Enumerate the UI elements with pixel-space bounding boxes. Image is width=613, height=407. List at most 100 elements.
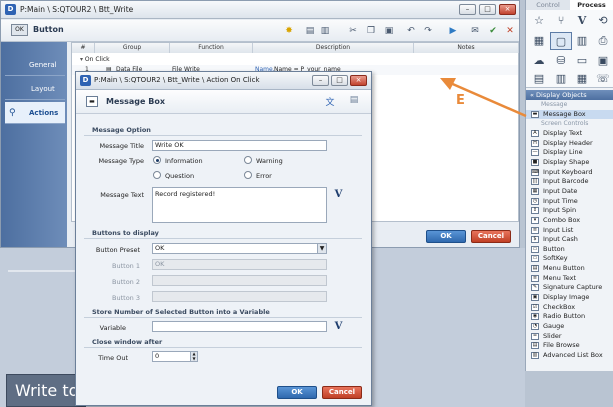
grid-header-function[interactable]: Function <box>170 43 253 53</box>
list-item-input-list[interactable]: ≡ Input List <box>526 226 613 235</box>
list-item-display-text[interactable]: A Display Text <box>526 129 613 138</box>
message-text-input[interactable]: Record registered! <box>152 187 327 223</box>
insert-icon[interactable]: ▤ <box>304 25 316 37</box>
message-text-label: Message Text <box>100 191 144 199</box>
list-item-radio-button[interactable]: ◉ Radio Button <box>526 312 613 321</box>
cloud-icon[interactable]: ☁ <box>528 52 550 70</box>
list-item-button[interactable]: ▭ Button <box>526 245 613 254</box>
grid-group-row[interactable]: ▾ On Click <box>80 55 110 65</box>
variable-picker-icon[interactable]: V <box>333 189 344 200</box>
calendar-icon[interactable]: ▦ <box>528 32 550 50</box>
variable-picker-icon[interactable]: V <box>333 321 344 332</box>
notes-icon[interactable]: ▤ <box>348 95 360 107</box>
list-item-display-header[interactable]: H Display Header <box>526 139 613 148</box>
button-preset-select[interactable]: OK ▼ <box>152 243 327 254</box>
list-item-message-box[interactable]: ▬ Message Box <box>526 110 613 120</box>
list-item-menu-text[interactable]: ≡ Menu Text <box>526 274 613 283</box>
list-item-advanced-list-box[interactable]: ▥ Advanced List Box <box>526 351 613 360</box>
list-item-signature-capture[interactable]: ✎ Signature Capture <box>526 283 613 292</box>
minimize-button[interactable]: – <box>459 4 476 15</box>
tab-process[interactable]: Process <box>570 0 613 10</box>
list-item-slider[interactable]: ═ Slider <box>526 332 613 341</box>
phone-icon[interactable]: ☏ <box>592 70 613 88</box>
main-cancel-button[interactable]: Cancel <box>471 230 511 243</box>
redo-icon[interactable]: ↷ <box>422 25 434 37</box>
screen-icon[interactable]: ▣ <box>592 52 613 70</box>
database-icon[interactable]: ⛁ <box>550 52 572 70</box>
list-item-combo-box[interactable]: ▾ Combo Box <box>526 216 613 225</box>
nav-layout[interactable]: Layout <box>5 78 65 100</box>
list-item-input-time[interactable]: ◷ Input Time <box>526 197 613 206</box>
display-objects-header[interactable]: « Display Objects <box>526 90 613 100</box>
list-item-input-keyboard[interactable]: ⌨ Input Keyboard <box>526 168 613 177</box>
print-icon[interactable]: ⎙ <box>592 32 613 50</box>
list-item-checkbox[interactable]: ☑ CheckBox <box>526 303 613 312</box>
list-item-input-barcode[interactable]: ||| Input Barcode <box>526 177 613 186</box>
translate-icon[interactable]: 文 <box>324 95 336 108</box>
variable-input[interactable] <box>152 321 327 332</box>
list-item-label: Radio Button <box>543 312 586 321</box>
calculator-icon[interactable]: ▦ <box>571 70 593 88</box>
radio-information[interactable] <box>153 156 161 164</box>
radio-error[interactable] <box>244 171 252 179</box>
scanner-icon[interactable]: ▥ <box>550 70 572 88</box>
variable-icon[interactable]: V <box>571 12 593 30</box>
dialog-close-button[interactable]: × <box>350 75 367 86</box>
dialog-ok-button[interactable]: OK <box>277 386 317 399</box>
loop-icon[interactable]: ⟲ <box>592 12 613 30</box>
star-icon[interactable]: ☆ <box>528 12 550 30</box>
message-title-input[interactable]: Write OK <box>152 140 327 151</box>
grid-header-description[interactable]: Description <box>253 43 414 53</box>
close-button[interactable]: × <box>499 4 516 15</box>
button3-label: Button 3 <box>112 294 140 302</box>
chevron-down-icon[interactable]: ▼ <box>317 244 326 253</box>
list-item-label: Display Shape <box>543 157 590 166</box>
radio-question[interactable] <box>153 171 161 179</box>
list-item-menu-button[interactable]: ▤ Menu Button <box>526 264 613 273</box>
radio-warning[interactable] <box>244 156 252 164</box>
grid-header-notes[interactable]: Notes <box>414 43 519 53</box>
file-icon[interactable]: ▤ <box>528 70 550 88</box>
cut-icon[interactable]: ✂ <box>347 25 359 37</box>
table-icon[interactable]: ▥ <box>571 32 593 50</box>
list-item-display-line[interactable]: — Display Line <box>526 148 613 157</box>
dialog-cancel-button[interactable]: Cancel <box>322 386 362 399</box>
button1-input[interactable]: OK <box>152 259 327 270</box>
main-ok-button[interactable]: OK <box>426 230 466 243</box>
list-item-input-cash[interactable]: $ Input Cash <box>526 235 613 244</box>
check-icon[interactable]: ✔ <box>487 25 499 37</box>
list-item-gauge[interactable]: ◔ Gauge <box>526 322 613 331</box>
undo-icon[interactable]: ↶ <box>405 25 417 37</box>
lightbulb-icon[interactable]: ✸ <box>283 25 295 37</box>
stepper-icon[interactable]: ▲ ▼ <box>190 352 197 361</box>
button2-input[interactable] <box>152 275 327 286</box>
list-item-input-spin[interactable]: ⇕ Input Spin <box>526 206 613 215</box>
list-item-file-browse[interactable]: ▤ File Browse <box>526 341 613 350</box>
button3-input[interactable] <box>152 291 327 302</box>
comment-icon[interactable]: ✉ <box>469 25 481 37</box>
edit-icon[interactable]: ▥ <box>319 25 331 37</box>
list-item-softkey[interactable]: ▭ SoftKey <box>526 254 613 263</box>
timeout-input[interactable]: 0 ▲ ▼ <box>152 351 198 362</box>
run-icon[interactable]: ▶ <box>447 25 459 37</box>
list-item-input-date[interactable]: ▦ Input Date <box>526 187 613 196</box>
delete-icon[interactable]: ✕ <box>504 25 516 37</box>
grid-header-group[interactable]: Group <box>95 43 170 53</box>
nav-actions[interactable]: ⚲ Actions <box>5 102 65 124</box>
list-item-display-shape[interactable]: ■ Display Shape <box>526 158 613 167</box>
list-item-display-image[interactable]: ▣ Display Image <box>526 293 613 302</box>
dialog-maximize-button[interactable]: □ <box>331 75 348 86</box>
branch-icon[interactable]: ⑂ <box>550 12 572 30</box>
copy-icon[interactable]: ❐ <box>365 25 377 37</box>
main-titlebar: D P:Main \ S:QTOUR2 \ Btt_Write – □ × <box>1 1 519 19</box>
display-icon[interactable]: ▢ <box>550 32 572 50</box>
tab-control[interactable]: Control <box>526 0 570 10</box>
dialog-minimize-button[interactable]: – <box>312 75 329 86</box>
maximize-button[interactable]: □ <box>479 4 496 15</box>
write-button-preview[interactable]: Write to <box>6 374 86 407</box>
advanced-list-box-icon: ▥ <box>531 351 539 359</box>
device-icon[interactable]: ▭ <box>571 52 593 70</box>
nav-general[interactable]: General <box>5 54 65 76</box>
paste-icon[interactable]: ▣ <box>383 25 395 37</box>
list-item-label: Menu Button <box>543 264 585 273</box>
